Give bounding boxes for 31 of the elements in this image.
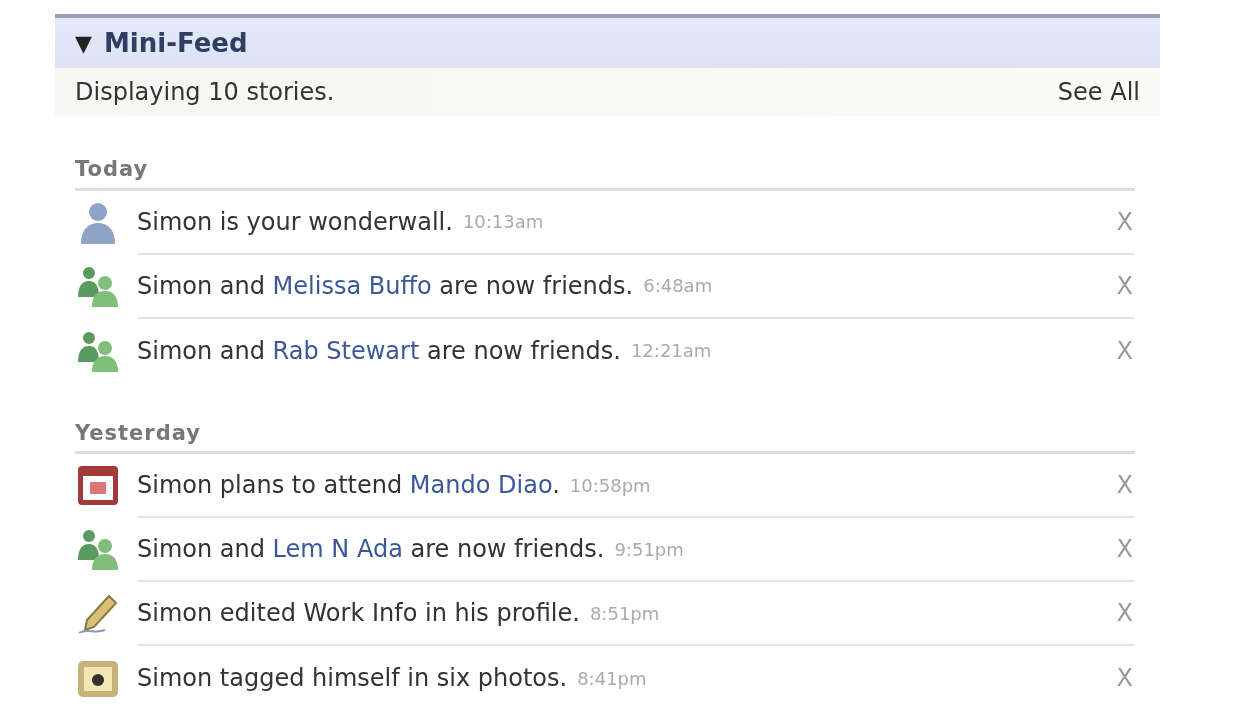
timestamp: 10:13am bbox=[462, 210, 544, 234]
timestamp: 12:21am bbox=[630, 339, 712, 363]
timestamp: 6:48am bbox=[643, 274, 713, 298]
summary-text: Displaying 10 stories. bbox=[75, 77, 335, 108]
close-button[interactable]: X bbox=[1114, 267, 1135, 304]
name-link[interactable]: Rab Stewart bbox=[272, 336, 420, 365]
name-link[interactable]: Lem N Ada bbox=[272, 535, 403, 563]
name-link[interactable]: Melissa Buffo bbox=[272, 271, 432, 300]
close-button[interactable]: X bbox=[1114, 467, 1135, 503]
section-heading: Yesterday bbox=[75, 417, 1135, 454]
timestamp: 8:41pm bbox=[577, 666, 647, 691]
story-text: Simon and Rab Stewart are now friends. bbox=[137, 335, 621, 367]
see-all-link[interactable]: See All bbox=[1057, 74, 1140, 110]
panel-title: Mini-Feed bbox=[103, 26, 248, 60]
story-text: Simon tagged himself in six photos. bbox=[137, 663, 568, 694]
close-button[interactable]: X bbox=[1114, 531, 1135, 567]
timestamp: 10:58pm bbox=[569, 473, 651, 498]
story-text: Simon and Lem N Ada are now friends. bbox=[137, 534, 605, 565]
close-button[interactable]: X bbox=[1114, 660, 1135, 696]
timestamp: 9:51pm bbox=[614, 537, 684, 562]
name-link[interactable]: Mando Diao bbox=[409, 471, 553, 499]
close-button[interactable]: X bbox=[1114, 595, 1135, 631]
story-text: Simon plans to attend Mando Diao. bbox=[137, 470, 560, 501]
close-button[interactable]: X bbox=[1114, 332, 1135, 369]
section-heading: Today bbox=[75, 154, 1135, 191]
collapse-toggle[interactable]: ▼ bbox=[75, 26, 92, 60]
story-text: Simon edited Work Info in his profile. bbox=[137, 598, 580, 629]
close-button[interactable]: X bbox=[1114, 203, 1135, 240]
timestamp: 8:51pm bbox=[589, 601, 660, 626]
story-text: Simon and Melissa Buffo are now friends. bbox=[137, 270, 634, 302]
story-text: Simon is your wonderwall. bbox=[137, 206, 453, 238]
